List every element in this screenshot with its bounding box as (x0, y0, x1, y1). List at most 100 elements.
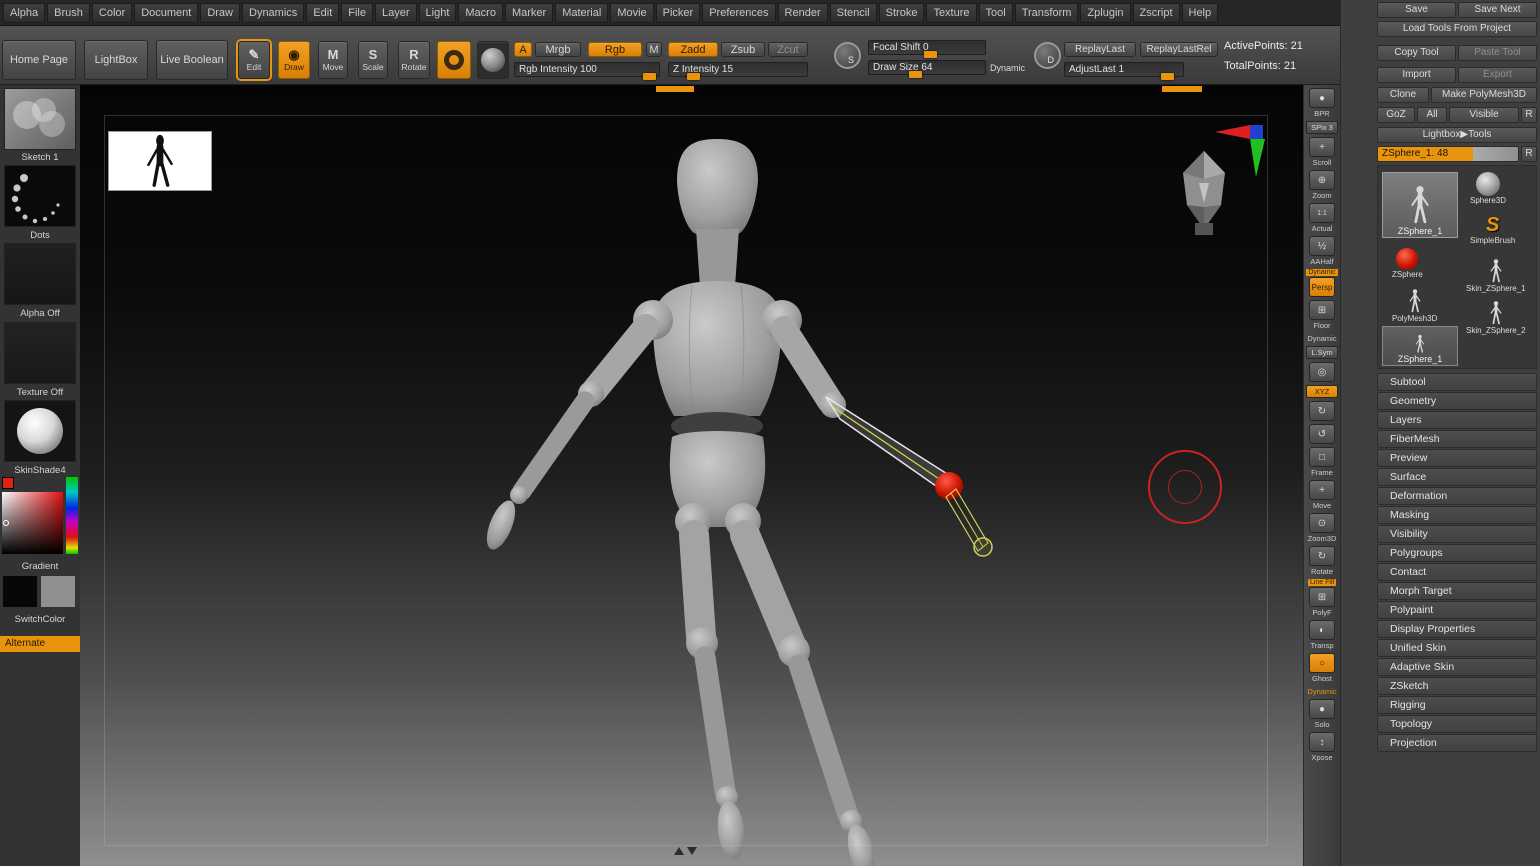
zsub-button[interactable]: Zsub (721, 42, 765, 57)
current-tool-slider[interactable]: ZSphere_1. 48 (1377, 146, 1519, 162)
tool-section-polypaint[interactable]: Polypaint (1377, 601, 1537, 619)
stroke-sketch-thumbnail[interactable] (4, 88, 76, 150)
goz-all-button[interactable]: All (1417, 107, 1447, 123)
menu-item-layer[interactable]: Layer (375, 3, 417, 23)
canvas-scroll-control[interactable] (674, 847, 697, 855)
material-skinshade-thumbnail[interactable] (4, 400, 76, 462)
focal-shift-slider[interactable]: Focal Shift 0 (868, 40, 986, 55)
zoom-doc-button[interactable]: ⊕ Zoom (1309, 170, 1335, 200)
m-button[interactable]: M (646, 42, 662, 57)
frame-button[interactable]: □ Frame (1309, 447, 1335, 477)
menu-item-marker[interactable]: Marker (505, 3, 553, 23)
menu-item-zplugin[interactable]: Zplugin (1080, 3, 1130, 23)
zcut-button[interactable]: Zcut (768, 42, 808, 57)
texture-off-thumbnail[interactable] (4, 322, 76, 384)
import-button[interactable]: Import (1377, 67, 1456, 83)
tool-thumb-skin-zsphere2[interactable]: Skin_ZSphere_2 (1466, 300, 1526, 335)
tool-section-contact[interactable]: Contact (1377, 563, 1537, 581)
slider-handle[interactable] (643, 73, 656, 80)
menu-item-dynamics[interactable]: Dynamics (242, 3, 304, 23)
symmetry-xyz-button[interactable]: XYZ (1306, 385, 1338, 398)
tool-thumb-sphere3d[interactable]: Sphere3D (1470, 172, 1506, 205)
menu-item-preferences[interactable]: Preferences (702, 3, 775, 23)
mrgb-button[interactable]: Mrgb (535, 42, 581, 57)
bpr-button[interactable]: ● BPR (1309, 88, 1335, 118)
live-boolean-button[interactable]: Live Boolean (156, 40, 228, 80)
menu-item-draw[interactable]: Draw (200, 3, 240, 23)
lightbox-button[interactable]: LightBox (84, 40, 148, 80)
document-canvas[interactable] (80, 85, 1303, 866)
tool-thumb-polymesh3d[interactable]: PolyMesh3D (1392, 288, 1437, 323)
alternate-button[interactable]: Alternate (0, 636, 80, 652)
move-3d-button[interactable]: + Move (1309, 480, 1335, 510)
tool-section-fibermesh[interactable]: FiberMesh (1377, 430, 1537, 448)
tool-section-zsketch[interactable]: ZSketch (1377, 677, 1537, 695)
tool-thumb-zsphere1-current[interactable]: ZSphere_1 (1382, 172, 1458, 238)
aahalf-button[interactable]: ½ AAHalf (1309, 236, 1335, 266)
actual-size-button[interactable]: 1:1 Actual (1309, 203, 1335, 233)
slider-handle[interactable] (909, 71, 922, 78)
menu-item-light[interactable]: Light (419, 3, 457, 23)
spin-counterclockwise-button[interactable]: ↺ (1309, 424, 1335, 444)
spin-clockwise-button[interactable]: ↻ (1309, 401, 1335, 421)
slider-handle[interactable] (924, 51, 937, 58)
spix-slider[interactable]: SPix 3 (1306, 121, 1338, 134)
local-symmetry-button[interactable]: L.Sym (1306, 346, 1338, 359)
save-button[interactable]: Save (1377, 2, 1456, 18)
menu-item-help[interactable]: Help (1182, 3, 1219, 23)
copy-tool-button[interactable]: Copy Tool (1377, 45, 1456, 61)
menu-item-picker[interactable]: Picker (656, 3, 701, 23)
tool-section-preview[interactable]: Preview (1377, 449, 1537, 467)
tool-section-layers[interactable]: Layers (1377, 411, 1537, 429)
main-color-swatch[interactable] (2, 575, 38, 608)
stroke-s-indicator[interactable]: S (834, 42, 861, 69)
solo-button[interactable]: ● Solo (1309, 699, 1335, 729)
clone-button[interactable]: Clone (1377, 87, 1429, 103)
menu-item-color[interactable]: Color (92, 3, 132, 23)
zoom3d-button[interactable]: ⊙ Zoom3D (1308, 513, 1337, 543)
tool-section-geometry[interactable]: Geometry (1377, 392, 1537, 410)
adjust-last-slider[interactable]: AdjustLast 1 (1064, 62, 1184, 77)
scroll-doc-button[interactable]: + Scroll (1309, 137, 1335, 167)
tool-section-projection[interactable]: Projection (1377, 734, 1537, 752)
tool-section-adaptive-skin[interactable]: Adaptive Skin (1377, 658, 1537, 676)
menu-item-material[interactable]: Material (555, 3, 608, 23)
zadd-button[interactable]: Zadd (668, 42, 718, 57)
export-button[interactable]: Export (1458, 67, 1537, 83)
goz-r-button[interactable]: R (1521, 107, 1537, 123)
scale-button[interactable]: S Scale (358, 41, 388, 79)
save-next-button[interactable]: Save Next (1458, 2, 1537, 18)
stroke-picker-button[interactable] (437, 41, 471, 79)
rotate-3d-button[interactable]: ↻ Rotate (1309, 546, 1335, 576)
replay-last-rel-button[interactable]: ReplayLastRel (1140, 42, 1218, 57)
tool-thumb-skin-zsphere1[interactable]: Skin_ZSphere_1 (1466, 258, 1526, 293)
polyframe-button[interactable]: Line Fill ⊞ PolyF (1308, 579, 1336, 617)
tool-section-unified-skin[interactable]: Unified Skin (1377, 639, 1537, 657)
goz-visible-button[interactable]: Visible (1449, 107, 1519, 123)
stroke-d-indicator[interactable]: D (1034, 42, 1061, 69)
ghost-button[interactable]: ○ Ghost (1309, 653, 1335, 683)
menu-item-tool[interactable]: Tool (979, 3, 1013, 23)
menu-item-alpha[interactable]: Alpha (3, 3, 45, 23)
paste-tool-button[interactable]: Paste Tool (1458, 45, 1537, 61)
rgb-intensity-slider[interactable]: Rgb Intensity 100 (514, 62, 660, 77)
tool-section-topology[interactable]: Topology (1377, 715, 1537, 733)
transp-button[interactable]: ◐ Transp (1309, 620, 1335, 650)
alpha-dots-thumbnail[interactable] (4, 165, 76, 227)
tool-section-subtool[interactable]: Subtool (1377, 373, 1537, 391)
perspective-button[interactable]: Dynamic Persp (1306, 269, 1337, 297)
menu-item-zscript[interactable]: Zscript (1133, 3, 1180, 23)
menu-item-edit[interactable]: Edit (306, 3, 339, 23)
hue-strip[interactable] (66, 477, 78, 554)
tool-r-button[interactable]: R (1521, 146, 1537, 162)
document-preview-thumbnail[interactable] (108, 131, 212, 191)
menu-item-render[interactable]: Render (778, 3, 828, 23)
menu-item-stroke[interactable]: Stroke (879, 3, 925, 23)
scroll-down-icon[interactable] (687, 847, 697, 855)
tool-section-rigging[interactable]: Rigging (1377, 696, 1537, 714)
material-picker-button[interactable] (477, 41, 509, 79)
scroll-up-icon[interactable] (674, 847, 684, 855)
menu-item-texture[interactable]: Texture (926, 3, 976, 23)
menu-item-movie[interactable]: Movie (610, 3, 653, 23)
load-tools-from-project-button[interactable]: Load Tools From Project (1377, 21, 1537, 37)
